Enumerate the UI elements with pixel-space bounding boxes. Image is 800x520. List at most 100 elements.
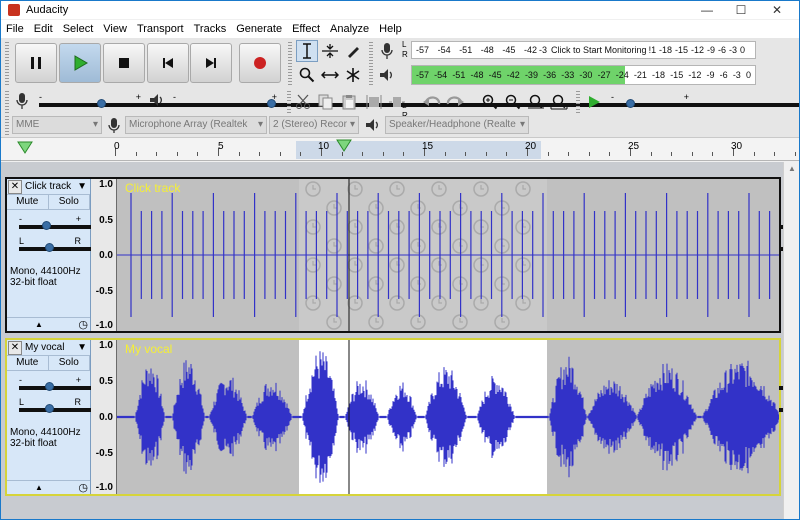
pan-slider[interactable]: L R	[19, 397, 795, 414]
mute-button[interactable]: Mute	[7, 356, 49, 370]
close-button[interactable]: ✕	[759, 1, 795, 19]
maximize-button[interactable]: ☐	[723, 1, 759, 19]
mute-button[interactable]: Mute	[7, 195, 49, 209]
clock-icon[interactable]: ◷	[78, 481, 88, 494]
transport-toolbar-grip[interactable]	[5, 42, 9, 86]
mixer-toolbar-grip[interactable]	[5, 91, 9, 113]
record-button[interactable]	[239, 43, 281, 83]
track-control-panel[interactable]: ✕ Click track ▼ Mute Solo - + L R Mono, …	[7, 179, 795, 331]
device-toolbar-grip[interactable]	[5, 116, 9, 136]
scale-label: -1.0	[95, 320, 113, 331]
draw-tool-button[interactable]	[342, 40, 364, 62]
menu-analyze[interactable]: Analyze	[325, 23, 374, 35]
paste-button[interactable]	[338, 91, 360, 113]
recording-device-select[interactable]: Microphone Array (Realtek	[125, 116, 267, 134]
vertical-scale[interactable]: 1.0 0.5 0.0 -0.5 -1.0	[91, 179, 117, 331]
menu-edit[interactable]: Edit	[29, 23, 58, 35]
solo-button[interactable]: Solo	[49, 356, 90, 370]
menu-tracks[interactable]: Tracks	[189, 23, 232, 35]
track-dropdown-icon[interactable]: ▼	[77, 181, 90, 192]
scroll-up-icon[interactable]: ▲	[788, 164, 796, 173]
record-meter-button[interactable]	[376, 40, 398, 62]
track-name-menu[interactable]: My vocal	[22, 342, 77, 353]
gain-slider[interactable]: - +	[19, 214, 795, 231]
playback-meter[interactable]: -57 -54 -51 -48 -45 -42 -39 -36 -33 -30 -27 -24 -21-…	[411, 65, 756, 85]
close-track-icon[interactable]: ✕	[8, 340, 22, 355]
track-dropdown-icon[interactable]: ▼	[77, 342, 90, 353]
skip-to-end-button[interactable]	[190, 43, 232, 83]
close-track-icon[interactable]: ✕	[8, 179, 22, 194]
vocal-track-svg[interactable]	[117, 340, 779, 494]
copy-button[interactable]	[315, 91, 337, 113]
click-track[interactable]: ✕ Click track ▼ Mute Solo - + L R Mono, …	[5, 177, 795, 333]
skip-to-start-button[interactable]	[147, 43, 189, 83]
menu-help[interactable]: Help	[374, 23, 407, 35]
audacity-window: Audacity — ☐ ✕ File Edit Select View Tra…	[0, 0, 800, 520]
ruler-label: 30	[731, 141, 743, 152]
timeline-options-icon[interactable]	[17, 141, 33, 155]
cut-button[interactable]	[292, 91, 314, 113]
track-control-panel[interactable]: ✕ My vocal ▼ Mute Solo - + L R Mono, 441…	[7, 340, 795, 494]
minimize-button[interactable]: —	[689, 1, 725, 19]
slider-thumb[interactable]	[266, 99, 276, 108]
slider-thumb[interactable]	[625, 99, 635, 108]
play-at-speed-button[interactable]	[583, 91, 605, 113]
playhead-icon[interactable]	[336, 139, 352, 153]
multi-tool-button[interactable]	[342, 64, 364, 86]
play-at-speed-toolbar-grip[interactable]	[576, 91, 580, 113]
menu-effect[interactable]: Effect	[287, 23, 325, 35]
collapse-track-icon[interactable]: ▲	[35, 483, 43, 492]
recording-volume-slider[interactable]: - +	[39, 92, 799, 109]
zoom-in-button[interactable]	[479, 91, 501, 113]
stop-button[interactable]	[103, 43, 145, 83]
track-name-menu[interactable]: Click track	[22, 181, 77, 192]
fit-selection-button[interactable]	[525, 91, 547, 113]
slider-thumb[interactable]	[45, 243, 54, 252]
zoom-tool-button[interactable]	[296, 64, 318, 86]
edit-toolbar-grip[interactable]	[287, 91, 291, 113]
timeline-ruler[interactable]: 0 5 10 15 20 25 30	[1, 138, 799, 161]
tools-toolbar-grip[interactable]	[288, 42, 292, 86]
undo-button[interactable]	[421, 91, 443, 113]
playback-device-select[interactable]: Speaker/Headphone (Realte	[385, 116, 529, 134]
collapse-track-icon[interactable]: ▲	[35, 320, 43, 329]
selection-tool-button[interactable]	[296, 40, 318, 62]
redo-button[interactable]	[444, 91, 466, 113]
vertical-scale[interactable]: 1.0 0.5 0.0 -0.5 -1.0	[91, 340, 117, 494]
zoom-in-icon	[482, 94, 498, 110]
pan-slider[interactable]: L R	[19, 236, 795, 253]
menu-file[interactable]: File	[1, 23, 29, 35]
vertical-scrollbar[interactable]: ▲	[783, 162, 799, 519]
vocal-track[interactable]: ✕ My vocal ▼ Mute Solo - + L R Mono, 441…	[5, 338, 795, 496]
record-meter-tick: -48	[480, 45, 494, 55]
click-to-start-monitoring-label[interactable]: Click to Start Monitoring	[551, 45, 647, 56]
time-shift-tool-button[interactable]	[319, 64, 341, 86]
playback-volume-slider[interactable]: - +	[173, 92, 799, 109]
envelope-tool-button[interactable]	[319, 40, 341, 62]
menu-generate[interactable]: Generate	[231, 23, 287, 35]
trim-audio-button[interactable]	[363, 91, 385, 113]
click-track-waveform[interactable]: Click track	[117, 179, 779, 331]
menu-select[interactable]: Select	[58, 23, 99, 35]
clock-icon[interactable]: ◷	[78, 318, 88, 331]
click-track-svg[interactable]	[117, 179, 779, 331]
playback-speed-slider[interactable]: - +	[611, 92, 799, 109]
vocal-track-waveform[interactable]: My vocal	[117, 340, 779, 494]
menu-transport[interactable]: Transport	[132, 23, 189, 35]
audio-host-select[interactable]: MME	[12, 116, 102, 134]
silence-audio-button[interactable]	[386, 91, 408, 113]
gain-slider[interactable]: - +	[19, 375, 795, 392]
slider-thumb[interactable]	[45, 404, 54, 413]
slider-thumb[interactable]	[45, 382, 54, 391]
meter-toolbar-grip[interactable]	[369, 42, 373, 86]
zoom-out-button[interactable]	[502, 91, 524, 113]
fit-project-button[interactable]	[548, 91, 570, 113]
menu-view[interactable]: View	[98, 23, 132, 35]
record-meter[interactable]: -57 -54 -51 -48 -45 -42 -3 Click to Star…	[411, 41, 756, 59]
pause-button[interactable]	[15, 43, 57, 83]
solo-button[interactable]: Solo	[49, 195, 90, 209]
play-meter-button[interactable]	[376, 64, 398, 86]
slider-thumb[interactable]	[41, 221, 51, 230]
recording-channels-select[interactable]: 2 (Stereo) Recor	[269, 116, 359, 134]
play-button[interactable]	[59, 43, 101, 83]
